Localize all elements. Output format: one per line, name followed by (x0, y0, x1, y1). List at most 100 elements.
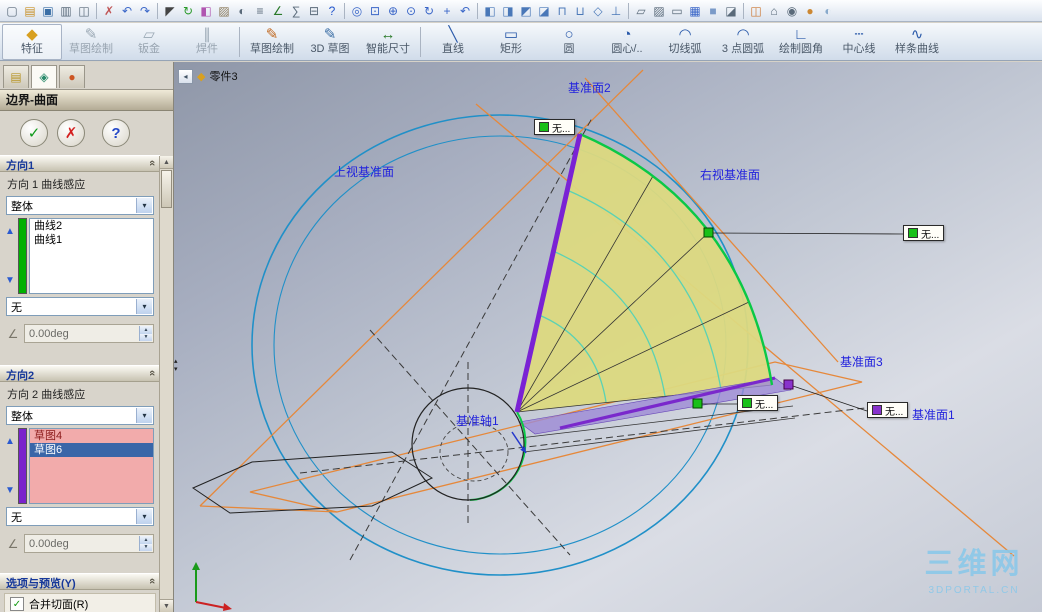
help-button[interactable]: ? (102, 119, 130, 147)
plane1-label[interactable]: 基准面1 (912, 406, 955, 423)
direction1-curve-list[interactable]: 曲线2 曲线1 (29, 218, 154, 294)
zoom-to-selection-icon[interactable]: ⊙ (402, 2, 420, 20)
sketch-button[interactable]: ✎ 草图绘制 (243, 25, 301, 59)
appearance-icon[interactable]: ● (801, 2, 819, 20)
print-preview-icon[interactable]: ◫ (75, 2, 93, 20)
hidden-lines-visible-icon[interactable]: ▨ (650, 2, 668, 20)
list-item[interactable]: 曲线2 (30, 219, 153, 233)
callout-direction2-left[interactable]: 无... (737, 395, 779, 411)
viewport-canvas[interactable] (174, 62, 1042, 612)
direction2-move-up-button[interactable]: ▲ (5, 436, 15, 447)
centerpoint-arc-button[interactable]: ◔ 圆心/.. (598, 25, 656, 59)
print-icon[interactable]: ▥ (57, 2, 75, 20)
select-icon[interactable]: ◤ (161, 2, 179, 20)
wireframe-icon[interactable]: ▱ (632, 2, 650, 20)
spinner-control[interactable]: ▲ ▼ (139, 326, 152, 341)
right-plane-label[interactable]: 右视基准面 (700, 166, 760, 183)
texture-icon[interactable]: ▨ (215, 2, 233, 20)
left-view-icon[interactable]: ◩ (517, 2, 535, 20)
hidden-lines-removed-icon[interactable]: ▭ (668, 2, 686, 20)
right-view-icon[interactable]: ◪ (535, 2, 553, 20)
dropdown-arrow-icon[interactable]: ▾ (136, 299, 152, 314)
direction2-angle-field[interactable]: 0.00deg ▲ ▼ (24, 534, 154, 553)
rectangle-button[interactable]: ▭ 矩形 (482, 25, 540, 59)
direction2-curve-sense-select[interactable]: 整体 ▾ (6, 406, 154, 425)
direction1-tangency-select[interactable]: 无 ▾ (6, 297, 154, 316)
centerline-button[interactable]: ┄ 中心线 (830, 25, 888, 59)
shaded-with-edges-icon[interactable]: ▦ (686, 2, 704, 20)
normal-to-icon[interactable]: ⊥ (607, 2, 625, 20)
axis1-label[interactable]: 基准轴1 (456, 412, 499, 429)
bottom-view-icon[interactable]: ⊔ (571, 2, 589, 20)
direction2-tangency-select[interactable]: 无 ▾ (6, 507, 154, 526)
pan-icon[interactable]: + (438, 2, 456, 20)
help-icon[interactable]: ? (323, 2, 341, 20)
sketch-fillet-button[interactable]: ∟ 绘制圆角 (772, 25, 830, 59)
dropdown-arrow-icon[interactable]: ▾ (136, 408, 152, 423)
ok-button[interactable]: ✓ (20, 119, 48, 147)
feature-manager-tab[interactable]: ▤ (3, 65, 29, 88)
edit-color-icon[interactable]: ◧ (197, 2, 215, 20)
sheet-metal-tab-button[interactable]: ▱ 钣金 (120, 25, 178, 59)
camera-icon[interactable]: ◉ (783, 2, 801, 20)
direction2-move-down-button[interactable]: ▼ (5, 485, 15, 496)
rebuild-icon[interactable]: ↻ (179, 2, 197, 20)
appearance-manager-tab[interactable]: ● (59, 65, 85, 88)
collapse-tree-button[interactable]: ◂ (178, 68, 193, 84)
callout-direction1-right[interactable]: 无... (903, 225, 945, 241)
back-view-icon[interactable]: ◨ (499, 2, 517, 20)
collapse-chevron-icon[interactable]: « (146, 578, 158, 584)
rotate-view-icon[interactable]: ↻ (420, 2, 438, 20)
isometric-view-icon[interactable]: ◇ (589, 2, 607, 20)
front-view-icon[interactable]: ◧ (481, 2, 499, 20)
direction1-move-up-button[interactable]: ▲ (5, 226, 15, 237)
collapse-chevron-icon[interactable]: « (146, 160, 158, 166)
direction2-curve-list[interactable]: 草图4 草图6 (29, 428, 154, 504)
scroll-thumb[interactable] (161, 170, 172, 208)
zoom-area-icon[interactable]: ⊡ (366, 2, 384, 20)
list-item[interactable]: 草图4 (30, 429, 153, 443)
section-properties-icon[interactable]: ⊟ (305, 2, 323, 20)
graphics-viewport[interactable]: ◂ ◆ 零件3 ▴ ▾ 基准面2 上视基准面 右视基准面 基准面3 基准面1 基准… (174, 62, 1042, 612)
display-settings-icon[interactable]: ◐ (233, 2, 251, 20)
measure-icon[interactable]: ∠ (269, 2, 287, 20)
line-button[interactable]: ╲ 直线 (424, 25, 482, 59)
scroll-up-arrow[interactable]: ▲ (160, 156, 173, 169)
direction1-move-down-button[interactable]: ▼ (5, 275, 15, 286)
plane2-label[interactable]: 基准面2 (568, 79, 611, 96)
top-view-icon[interactable]: ⊓ (553, 2, 571, 20)
collapse-chevron-icon[interactable]: « (146, 370, 158, 376)
callout-direction1-top[interactable]: 无... (534, 119, 576, 135)
direction1-group-header[interactable]: 方向1 « (0, 155, 160, 172)
scroll-down-arrow[interactable]: ▼ (160, 599, 173, 612)
features-tab-button[interactable]: ◆ 特征 (2, 23, 62, 60)
circle-button[interactable]: ○ 圆 (540, 25, 598, 59)
direction1-angle-field[interactable]: 0.00deg ▲ ▼ (24, 324, 154, 343)
options-icon[interactable]: ≡ (251, 2, 269, 20)
sketch-tab-button[interactable]: ✎ 草图绘制 (62, 25, 120, 59)
undo-icon[interactable]: ↶ (118, 2, 136, 20)
shaded-icon[interactable]: ■ (704, 2, 722, 20)
panel-scrollbar[interactable]: ▲ ▼ (159, 156, 173, 612)
shadows-icon[interactable]: ◪ (722, 2, 740, 20)
previous-view-icon[interactable]: ↶ (456, 2, 474, 20)
dropdown-arrow-icon[interactable]: ▾ (136, 198, 152, 213)
open-icon[interactable]: ▤ (21, 2, 39, 20)
list-item[interactable]: 曲线1 (30, 233, 153, 247)
zoom-in-out-icon[interactable]: ⊕ (384, 2, 402, 20)
tangent-arc-button[interactable]: ◠ 切线弧 (656, 25, 714, 59)
sketch-3d-button[interactable]: ✎ 3D 草图 (301, 25, 359, 59)
cancel-button[interactable]: ✗ (57, 119, 85, 147)
spline-button[interactable]: ∿ 样条曲线 (888, 25, 946, 59)
top-plane-label[interactable]: 上视基准面 (334, 163, 394, 180)
callout-direction2-right[interactable]: 无... (867, 402, 909, 418)
spinner-control[interactable]: ▲ ▼ (139, 536, 152, 551)
direction1-curve-sense-select[interactable]: 整体 ▾ (6, 196, 154, 215)
panel-splitter[interactable]: ▴ ▾ (174, 358, 178, 374)
scene-icon[interactable]: ◐ (819, 2, 837, 20)
new-document-icon[interactable]: ▢ (3, 2, 21, 20)
save-icon[interactable]: ▣ (39, 2, 57, 20)
plane3-label[interactable]: 基准面3 (840, 353, 883, 370)
property-manager-tab[interactable]: ◈ (31, 65, 57, 88)
view-orientation-icon[interactable]: ⌂ (765, 2, 783, 20)
